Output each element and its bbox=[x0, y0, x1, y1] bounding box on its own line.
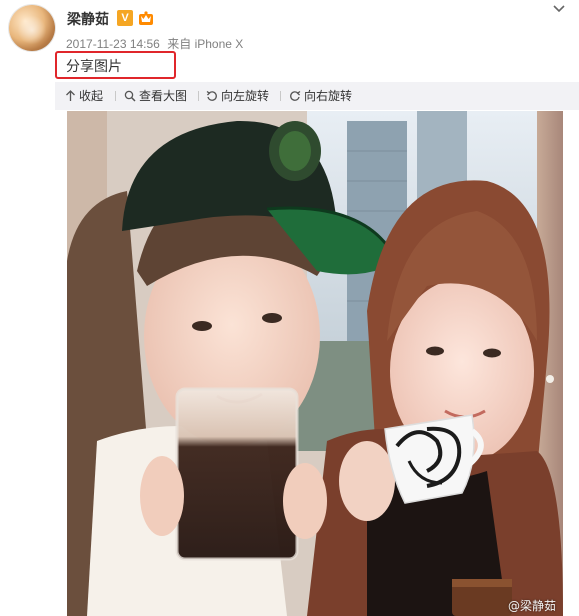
toolbar-divider bbox=[280, 91, 281, 101]
user-name-link[interactable]: 梁静茹 bbox=[67, 9, 109, 29]
image-watermark: @梁静茹 bbox=[508, 599, 557, 613]
rotate-left-icon bbox=[206, 90, 217, 101]
selfie-photo-image bbox=[67, 111, 563, 616]
collapse-label: 收起 bbox=[79, 89, 104, 103]
via-label: 来自 bbox=[167, 37, 192, 51]
rotate-right-label: 向右旋转 bbox=[304, 89, 353, 103]
rotate-right-button[interactable]: 向右旋转 bbox=[289, 82, 352, 110]
collapse-arrow-icon bbox=[66, 90, 75, 101]
toolbar-divider bbox=[198, 91, 199, 101]
rotate-left-button[interactable]: 向左旋转 bbox=[206, 82, 269, 110]
post-photo[interactable] bbox=[67, 111, 563, 616]
member-crown-icon[interactable] bbox=[138, 10, 154, 26]
highlight-annotation-box bbox=[55, 51, 176, 79]
rotate-right-icon bbox=[290, 90, 301, 101]
post-meta: 2017-11-23 14:56 来自 iPhone X bbox=[66, 35, 243, 52]
rotate-left-label: 向左旋转 bbox=[221, 89, 270, 103]
avatar[interactable] bbox=[9, 5, 55, 51]
collapse-button[interactable]: 收起 bbox=[65, 82, 103, 110]
image-toolbar: 收起 查看大图 向左旋转 向右旋转 bbox=[55, 82, 579, 110]
post-timestamp[interactable]: 2017-11-23 14:56 bbox=[66, 37, 160, 51]
toolbar-divider bbox=[115, 91, 116, 101]
view-large-image-button[interactable]: 查看大图 bbox=[124, 82, 187, 110]
verified-badge-icon[interactable]: V bbox=[117, 10, 133, 26]
chevron-down-icon[interactable] bbox=[552, 2, 566, 16]
magnifier-icon bbox=[124, 90, 136, 102]
view-large-image-label: 查看大图 bbox=[139, 89, 188, 103]
device-source[interactable]: iPhone X bbox=[195, 37, 244, 51]
